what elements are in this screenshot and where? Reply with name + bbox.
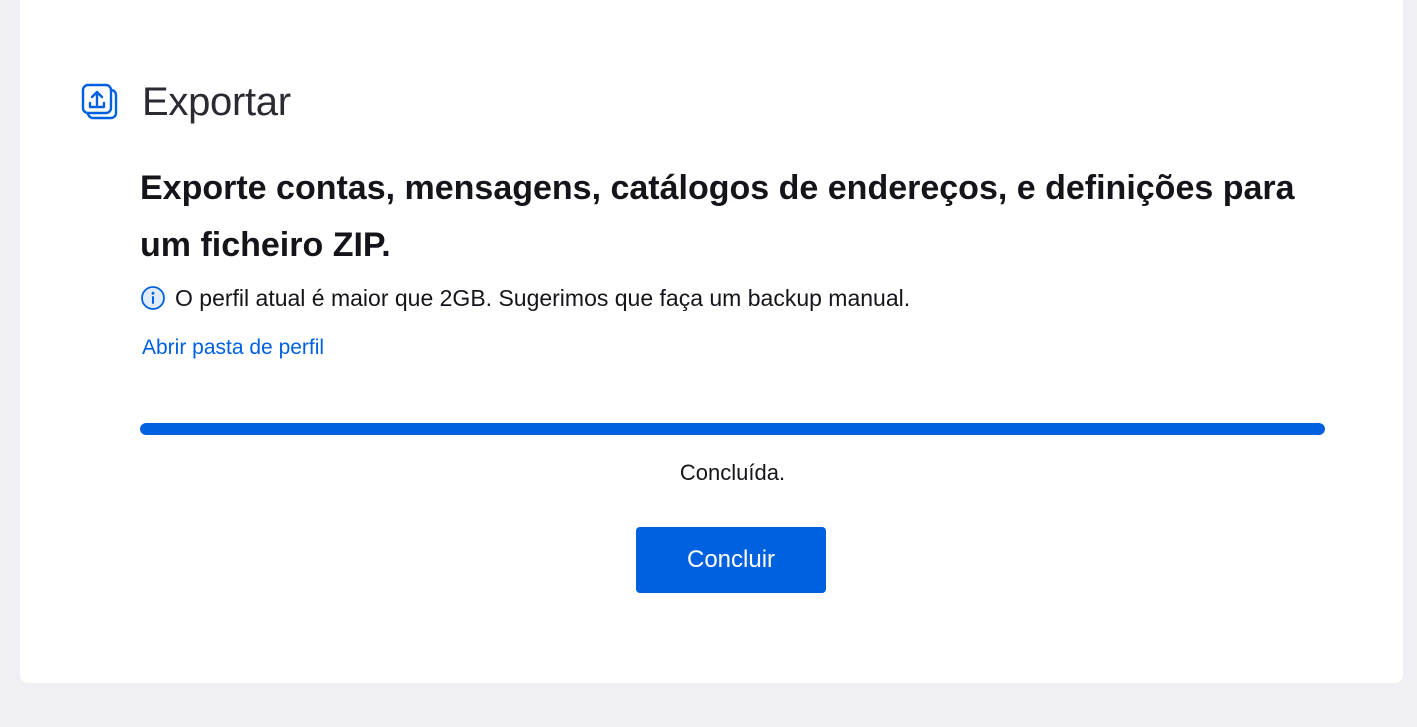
export-header: Exportar <box>78 72 291 132</box>
export-progress-fill <box>140 423 1325 435</box>
finish-button[interactable]: Concluir <box>636 527 826 593</box>
info-icon <box>139 284 167 312</box>
open-profile-folder-link[interactable]: Abrir pasta de perfil <box>142 336 324 360</box>
profile-size-notice: O perfil atual é maior que 2GB. Sugerimo… <box>139 280 910 316</box>
page-title: Exportar <box>142 79 291 124</box>
export-progress-bar <box>140 423 1325 435</box>
export-status: Concluída. <box>679 460 786 485</box>
profile-size-notice-text: O perfil atual é maior que 2GB. Sugerimo… <box>175 284 911 311</box>
export-description: Exporte contas, mensagens, catálogos de … <box>140 169 1295 264</box>
export-panel: Exportar Exporte contas, mensagens, catá… <box>20 0 1403 683</box>
export-icon <box>78 80 122 124</box>
